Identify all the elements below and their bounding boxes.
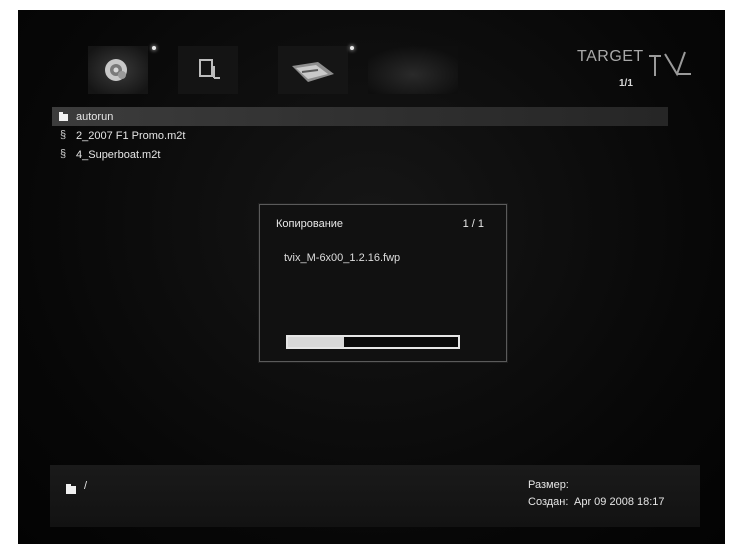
copy-dialog: Копирование 1 / 1 tvix_M-6x00_1.2.16.fwp — [259, 204, 507, 362]
video-file-icon: § — [59, 148, 67, 160]
file-row-autorun[interactable]: autorun — [52, 107, 668, 126]
page-indicator: 1/1 — [619, 78, 633, 89]
file-name: autorun — [76, 110, 114, 123]
top-toolbar — [78, 40, 468, 104]
empty-slot — [368, 46, 458, 94]
file-name: 2_2007 F1 Promo.m2t — [76, 129, 186, 142]
logo-text: TARGET — [577, 48, 644, 65]
network-icon[interactable] — [278, 46, 354, 94]
dialog-title: Копирование — [276, 218, 344, 230]
dialog-counter: 1 / 1 — [462, 218, 484, 230]
folder-icon — [66, 484, 76, 494]
file-info: Размер: Создан: Apr 09 2008 18:17 — [528, 479, 665, 513]
status-bar: / Размер: Создан: Apr 09 2008 18:17 — [50, 465, 700, 527]
disc-icon[interactable] — [88, 46, 156, 94]
file-row-superboat[interactable]: § 4_Superboat.m2t — [52, 145, 668, 164]
current-path: / — [84, 480, 88, 492]
copying-filename: tvix_M-6x00_1.2.16.fwp — [284, 252, 401, 264]
video-file-icon: § — [59, 129, 67, 141]
brand-logo: TARGET 1/1 — [571, 42, 701, 102]
folder-icon — [56, 111, 70, 123]
file-name: 4_Superboat.m2t — [76, 148, 161, 161]
logo-mark-icon — [649, 51, 691, 77]
tv-screen: TARGET 1/1 autorun § 2_2007 F1 Promo.m2t… — [18, 10, 725, 544]
progress-fill — [288, 337, 345, 347]
size-label: Размер: — [528, 479, 569, 491]
created-value: Apr 09 2008 18:17 — [574, 496, 665, 508]
dialog-header: Копирование 1 / 1 — [268, 214, 498, 234]
progress-bar — [286, 335, 460, 349]
memory-card-icon[interactable] — [178, 46, 238, 94]
file-list: autorun § 2_2007 F1 Promo.m2t § 4_Superb… — [52, 107, 668, 164]
file-row-f1-promo[interactable]: § 2_2007 F1 Promo.m2t — [52, 126, 668, 145]
created-label: Создан: — [528, 496, 569, 508]
